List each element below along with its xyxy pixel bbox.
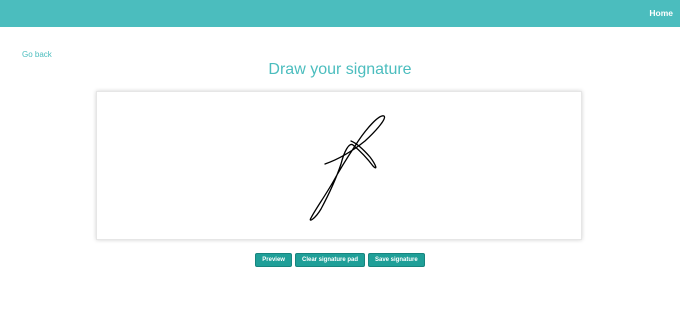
- top-navbar: Home: [0, 0, 680, 27]
- save-signature-button[interactable]: Save signature: [368, 253, 425, 267]
- home-link[interactable]: Home: [649, 7, 673, 19]
- preview-button[interactable]: Preview: [255, 253, 292, 267]
- signature-stroke: [309, 115, 386, 221]
- go-back-link[interactable]: Go back: [22, 50, 52, 60]
- page-title: Draw your signature: [268, 61, 412, 78]
- clear-signature-button[interactable]: Clear signature pad: [294, 253, 365, 267]
- signature-pad[interactable]: [96, 91, 582, 240]
- signature-actions: Preview Clear signature pad Save signatu…: [0, 253, 680, 267]
